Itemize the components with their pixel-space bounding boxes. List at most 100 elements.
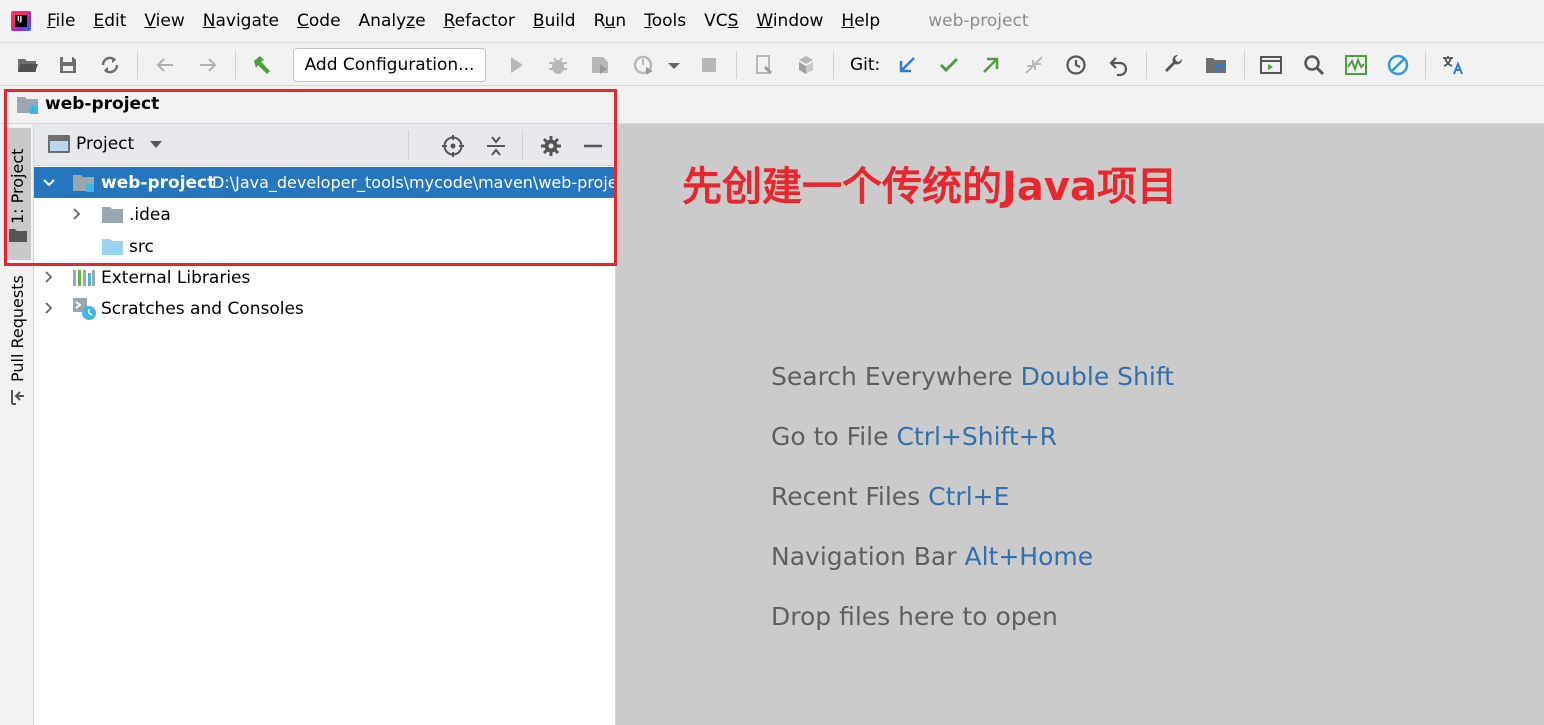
tool-tab-project[interactable]: 1: Project	[5, 128, 31, 260]
vcs-push-icon[interactable]	[977, 51, 1005, 79]
menu-item[interactable]: Tools	[644, 11, 686, 31]
menu-item[interactable]: Edit	[93, 11, 126, 31]
menu-item[interactable]: Refactor	[444, 11, 515, 31]
gear-icon[interactable]	[538, 133, 564, 159]
save-icon[interactable]	[54, 51, 82, 79]
menu-item[interactable]: Build	[533, 11, 576, 31]
project-view-icon	[48, 135, 70, 153]
tree-node-external-libraries[interactable]: External Libraries	[34, 262, 616, 293]
chevron-down-icon[interactable]	[43, 177, 55, 189]
left-tool-strip: 1: Project Pull Requests	[0, 124, 34, 725]
collapse-all-icon[interactable]	[483, 133, 509, 159]
locate-file-icon[interactable]	[440, 133, 466, 159]
tree-node-web-project[interactable]: web-project D:\Java_developer_tools\myco…	[34, 167, 616, 198]
hint-text: Go to File	[771, 422, 889, 451]
add-configuration-button[interactable]: Add Configuration...	[293, 48, 486, 82]
menu-item[interactable]: Help	[841, 11, 880, 31]
coverage-icon[interactable]	[586, 51, 614, 79]
tree-label: .idea	[129, 204, 171, 225]
annotation-text: 先创建一个传统的Java项目	[682, 164, 1177, 210]
hint-text: Navigation Bar	[771, 542, 957, 571]
main-toolbar: Add Configuration... Git:	[0, 42, 1544, 86]
hint-text: Drop files here to open	[771, 602, 1058, 631]
tree-path: D:\Java_developer_tools\mycode\maven\web…	[212, 173, 616, 192]
stop-icon[interactable]	[695, 51, 723, 79]
hint-go-to-file: Go to File Ctrl+Shift+R	[771, 422, 1057, 451]
debug-icon[interactable]	[544, 51, 572, 79]
menu-item[interactable]: Run	[594, 11, 627, 31]
hide-panel-icon[interactable]	[580, 133, 606, 159]
menu-item[interactable]: Navigate	[203, 11, 279, 31]
menu-item[interactable]: View	[144, 11, 184, 31]
project-tool-window: Project web-project D:\Java_developer_to…	[34, 124, 616, 725]
history-icon[interactable]	[1062, 51, 1090, 79]
hint-text: Search Everywhere	[771, 362, 1013, 391]
project-panel-header: Project	[34, 124, 616, 166]
folder-icon	[102, 239, 123, 255]
view-dropdown-chevron-icon[interactable]	[150, 141, 162, 148]
tree-label: Scratches and Consoles	[101, 298, 304, 319]
breadcrumb-project[interactable]: web-project	[45, 94, 159, 114]
hint-shortcut: Double Shift	[1020, 362, 1174, 391]
hint-recent-files: Recent Files Ctrl+E	[771, 482, 1009, 511]
tool-tab-pull-requests-label: Pull Requests	[8, 275, 27, 382]
menu-item[interactable]: Window	[756, 11, 823, 31]
hint-shortcut: Ctrl+Shift+R	[896, 422, 1058, 451]
project-structure-icon[interactable]	[1202, 51, 1230, 79]
chevron-right-icon[interactable]	[71, 208, 83, 220]
open-icon[interactable]	[13, 51, 41, 79]
run-icon[interactable]	[502, 51, 530, 79]
tree-label: web-project	[101, 172, 216, 193]
pull-request-icon	[11, 390, 24, 405]
folder-icon	[102, 207, 123, 223]
hint-shortcut: Ctrl+E	[928, 482, 1010, 511]
monitor-icon[interactable]	[1342, 51, 1370, 79]
tree-node-src[interactable]: src	[34, 231, 616, 262]
hint-text: Recent Files	[771, 482, 921, 511]
forward-icon[interactable]	[194, 51, 222, 79]
folder-icon	[9, 229, 27, 242]
editor-area: 先创建一个传统的Java项目 Search Everywhere Double …	[616, 124, 1544, 725]
hint-drop-files: Drop files here to open	[771, 602, 1058, 631]
services-icon[interactable]	[792, 51, 820, 79]
tool-tab-pull-requests[interactable]: Pull Requests	[5, 264, 31, 414]
module-folder-icon	[73, 175, 94, 192]
search-icon[interactable]	[1300, 51, 1328, 79]
tree-node-scratches-and-consoles[interactable]: Scratches and Consoles	[34, 293, 616, 324]
tool-tab-project-label: 1: Project	[8, 148, 27, 224]
menu-item[interactable]: File	[47, 11, 75, 31]
navigation-bar: web-project	[0, 86, 1544, 124]
run-options-chevron-icon[interactable]	[660, 51, 688, 79]
window-title: web-project	[928, 11, 1029, 31]
chevron-right-icon[interactable]	[43, 271, 55, 283]
profile-icon[interactable]	[630, 51, 658, 79]
tree-node-idea[interactable]: .idea	[34, 199, 616, 230]
back-icon[interactable]	[151, 51, 179, 79]
translate-icon[interactable]	[1439, 51, 1467, 79]
intellij-logo-icon: IJ	[11, 11, 31, 31]
hint-search-everywhere: Search Everywhere Double Shift	[771, 362, 1174, 391]
hint-shortcut: Alt+Home	[964, 542, 1094, 571]
menu-item[interactable]: VCS	[704, 11, 738, 31]
library-icon	[73, 270, 95, 286]
sync-icon[interactable]	[96, 51, 124, 79]
rollback-icon[interactable]	[1105, 51, 1133, 79]
git-label: Git:	[850, 55, 881, 75]
tree-label: src	[129, 236, 154, 257]
build-icon[interactable]	[248, 51, 276, 79]
scratches-icon	[73, 298, 96, 320]
power-save-icon[interactable]	[1384, 51, 1412, 79]
vcs-update-icon[interactable]	[893, 51, 921, 79]
settings-wrench-icon[interactable]	[1160, 51, 1188, 79]
terminal-icon[interactable]	[1257, 51, 1285, 79]
vcs-merge-icon[interactable]	[1020, 51, 1048, 79]
project-folder-icon	[17, 97, 38, 114]
hint-navigation-bar: Navigation Bar Alt+Home	[771, 542, 1093, 571]
menu-item[interactable]: Analyze	[359, 11, 426, 31]
attach-icon[interactable]	[750, 51, 778, 79]
project-view-selector[interactable]: Project	[76, 134, 134, 154]
vcs-commit-icon[interactable]	[935, 51, 963, 79]
menu-item[interactable]: Code	[297, 11, 341, 31]
tree-label: External Libraries	[101, 267, 251, 288]
chevron-right-icon[interactable]	[43, 302, 55, 314]
